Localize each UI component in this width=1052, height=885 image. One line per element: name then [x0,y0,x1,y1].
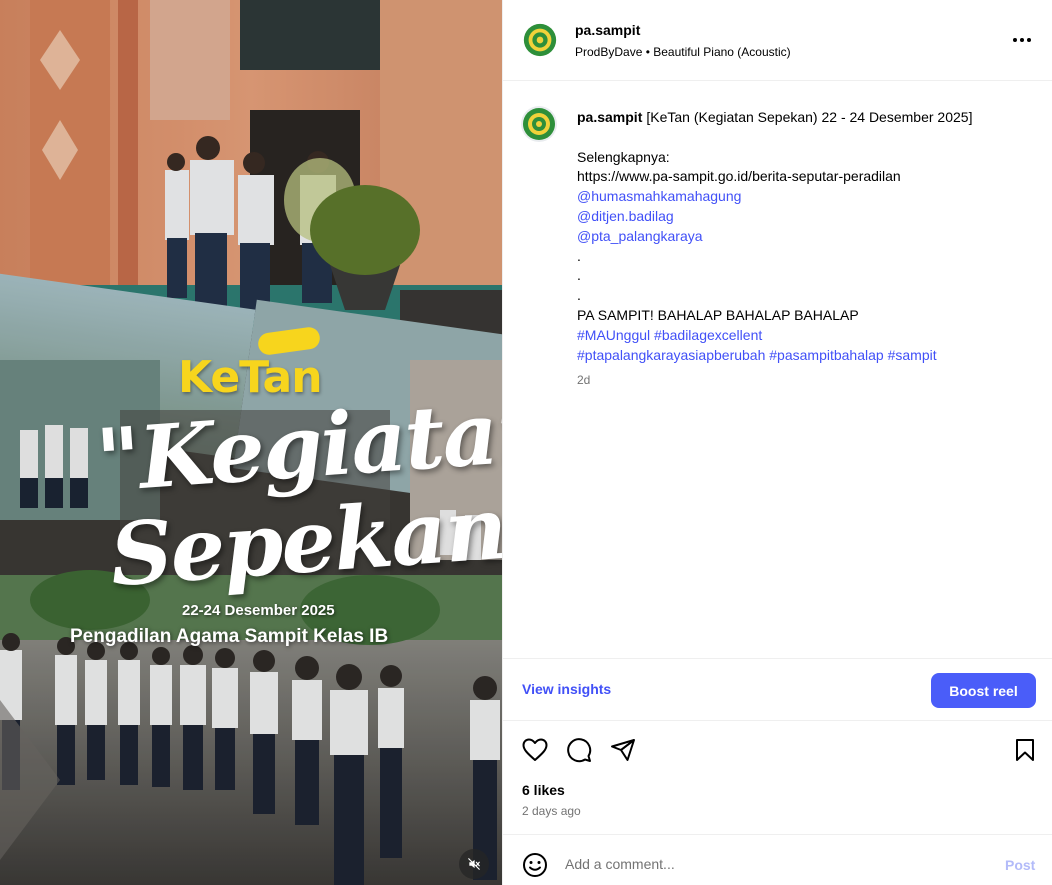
hashtag-link[interactable]: #MAUnggul [577,327,650,343]
speaker-muted-icon [468,858,480,870]
heart-icon [522,738,548,761]
hashtag-link[interactable]: #pasampitbahalap [769,347,883,363]
share-button[interactable] [609,736,637,764]
comment-button[interactable] [565,736,593,764]
post-date: 2 days ago [522,804,581,818]
audio-attribution[interactable]: ProdByDave • Beautiful Piano (Acoustic) [575,45,791,59]
caption-timestamp[interactable]: 2d [577,371,1037,391]
caption-dot: . [577,267,581,284]
post-caption: pa.sampit [KeTan (Kegiatan Sepekan) 22 - … [577,108,1037,391]
audio-artist[interactable]: ProdByDave [575,45,642,59]
post-panel: pa.sampit ProdByDave • Beautiful Piano (… [502,0,1052,885]
post-header: pa.sampit ProdByDave • Beautiful Piano (… [503,0,1052,81]
post-comment-button[interactable]: Post [1005,857,1035,873]
mention-link[interactable]: @ditjen.badilag [577,208,674,224]
comment-input[interactable] [565,853,965,875]
emoji-button[interactable] [521,851,549,879]
boost-reel-button[interactable]: Boost reel [931,673,1036,708]
avatar[interactable] [521,21,559,59]
more-options-button[interactable] [1008,28,1036,52]
hashtag-link[interactable]: #ptapalangkarayasiapberubah [577,347,765,363]
caption-avatar[interactable] [519,104,559,144]
bookmark-icon [1016,739,1034,761]
hashtag-link[interactable]: #badilagexcellent [654,327,762,343]
save-button[interactable] [1011,736,1039,764]
like-button[interactable] [521,736,549,764]
post-author-username[interactable]: pa.sampit [575,22,640,38]
caption-dot: . [577,247,581,264]
audio-separator: • [642,45,654,59]
caption-title: [KeTan (Kegiatan Sepekan) 22 - 24 Desemb… [646,109,973,125]
caption-tagline: PA SAMPIT! BAHALAP BAHALAP BAHALAP [577,306,859,323]
hashtag-link[interactable]: #sampit [888,347,937,363]
emoji-icon [523,853,547,877]
caption-username[interactable]: pa.sampit [577,109,642,125]
share-icon [611,739,635,761]
more-options-icon [1013,38,1031,42]
mention-link[interactable]: @pta_palangkaraya [577,228,703,244]
caption-area: pa.sampit [KeTan (Kegiatan Sepekan) 22 - … [503,81,1052,658]
post-actions [503,732,1052,768]
insights-bar: View insights Boost reel [503,658,1052,721]
comment-bar: Post [503,834,1052,885]
reel-video[interactable]: KeTan "Kegiatan Sepekan" 22-24 Desember … [0,0,502,885]
court-logo-icon [519,104,559,144]
audio-track[interactable]: Beautiful Piano (Acoustic) [653,45,790,59]
mute-toggle-button[interactable] [459,849,489,879]
mention-link[interactable]: @humasmahkamahagung [577,188,741,204]
like-count[interactable]: 6 likes [522,782,565,798]
comment-icon [567,738,592,763]
caption-url: https://www.pa-sampit.go.id/berita-seput… [577,168,901,185]
caption-dot: . [577,287,581,304]
reel-thumbnail [0,0,502,885]
view-insights-link[interactable]: View insights [522,681,611,697]
court-logo-icon [521,21,559,59]
caption-more-label: Selengkapnya: [577,148,670,165]
